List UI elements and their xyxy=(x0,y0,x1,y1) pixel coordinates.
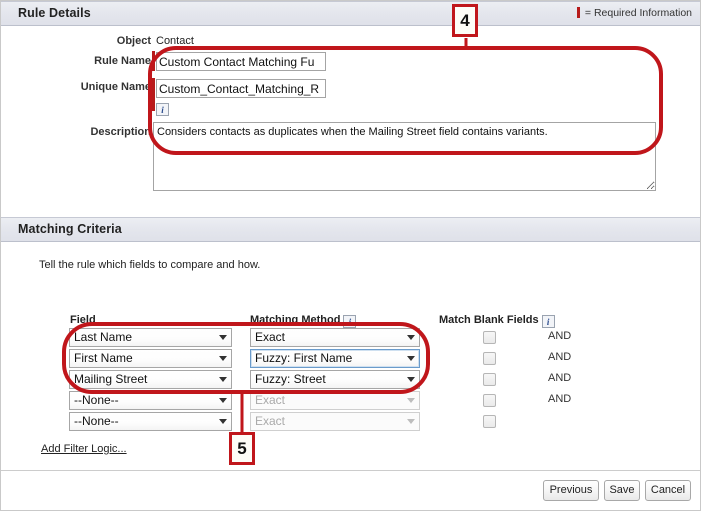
salesforce-matching-rule-page: Rule Details = Required Information Obje… xyxy=(0,0,701,511)
connector-label-row-4: AND xyxy=(548,393,572,405)
field-select-row-4[interactable]: --None-- xyxy=(69,391,232,410)
chevron-down-icon xyxy=(219,377,227,382)
description-label: Description xyxy=(90,126,151,138)
field-select-row-2-label: First Name xyxy=(74,351,133,365)
column-header-match-blank-fields-text: Match Blank Fields xyxy=(439,314,539,326)
unique-name-input[interactable] xyxy=(156,79,326,98)
column-header-matching-method-text: Matching Method xyxy=(250,314,341,326)
info-icon[interactable]: i xyxy=(156,103,169,116)
column-header-matching-method: Matching Method i xyxy=(250,314,357,328)
rule-name-input[interactable] xyxy=(156,52,326,71)
unique-name-label: Unique Name xyxy=(80,81,151,93)
chevron-down-icon xyxy=(407,356,415,361)
method-select-row-4-label: Exact xyxy=(255,393,286,407)
field-select-row-1-label: Last Name xyxy=(74,330,133,344)
annotation-overlay xyxy=(62,38,663,433)
method-select-row-5-label: Exact xyxy=(255,414,286,428)
field-select-row-5-label: --None-- xyxy=(74,414,119,428)
description-textarea[interactable]: Considers contacts as duplicates when th… xyxy=(153,122,656,191)
cancel-button[interactable]: Cancel xyxy=(645,480,691,501)
field-select-row-5[interactable]: --None-- xyxy=(69,412,232,431)
save-button[interactable]: Save xyxy=(604,480,640,501)
unique-name-required-marker-icon xyxy=(152,78,155,111)
info-icon[interactable]: i xyxy=(343,315,357,328)
column-header-field: Field xyxy=(70,314,96,326)
footer-divider xyxy=(1,470,700,471)
info-icon[interactable]: i xyxy=(541,315,555,328)
matching-criteria-hint: Tell the rule which fields to compare an… xyxy=(39,259,261,271)
match-blank-checkbox-row-4[interactable] xyxy=(483,394,496,407)
required-marker-icon xyxy=(576,7,580,18)
field-select-row-2[interactable]: First Name xyxy=(69,349,232,368)
chevron-down-icon xyxy=(219,356,227,361)
method-select-row-3-label: Fuzzy: Street xyxy=(255,372,326,386)
match-blank-checkbox-row-2[interactable] xyxy=(483,352,496,365)
chevron-down-icon xyxy=(219,335,227,340)
required-legend-text: = Required Information xyxy=(584,7,692,19)
chevron-down-icon xyxy=(407,398,415,403)
connector-label-row-2: AND xyxy=(548,351,572,363)
method-select-row-2[interactable]: Fuzzy: First Name xyxy=(250,349,420,368)
method-select-row-1[interactable]: Exact xyxy=(250,328,420,347)
chevron-down-icon xyxy=(219,419,227,424)
chevron-down-icon xyxy=(407,335,415,340)
add-filter-logic-link[interactable]: Add Filter Logic... xyxy=(41,443,127,455)
rule-details-title: Rule Details xyxy=(18,6,91,20)
method-select-row-3[interactable]: Fuzzy: Street xyxy=(250,370,420,389)
field-select-row-3[interactable]: Mailing Street xyxy=(69,370,232,389)
matching-criteria-title: Matching Criteria xyxy=(18,222,122,236)
method-select-row-1-label: Exact xyxy=(255,330,286,344)
field-select-row-3-label: Mailing Street xyxy=(74,372,148,386)
method-select-row-2-label: Fuzzy: First Name xyxy=(255,351,353,365)
chevron-down-icon xyxy=(407,419,415,424)
field-select-row-1[interactable]: Last Name xyxy=(69,328,232,347)
chevron-down-icon xyxy=(219,398,227,403)
callout-marker-5: 5 xyxy=(229,432,255,465)
object-label: Object xyxy=(116,35,151,47)
rule-name-required-marker-icon xyxy=(152,51,155,71)
rule-name-label: Rule Name xyxy=(94,55,151,67)
method-select-row-4: Exact xyxy=(250,391,420,410)
connector-label-row-1: AND xyxy=(548,330,572,342)
match-blank-checkbox-row-3[interactable] xyxy=(483,373,496,386)
match-blank-checkbox-row-1[interactable] xyxy=(483,331,496,344)
field-select-row-4-label: --None-- xyxy=(74,393,119,407)
method-select-row-5: Exact xyxy=(250,412,420,431)
previous-button[interactable]: Previous xyxy=(543,480,599,501)
chevron-down-icon xyxy=(407,377,415,382)
connector-label-row-3: AND xyxy=(548,372,572,384)
required-information-legend: = Required Information xyxy=(576,7,692,19)
object-value: Contact xyxy=(156,35,194,47)
match-blank-checkbox-row-5[interactable] xyxy=(483,415,496,428)
column-header-match-blank-fields: Match Blank Fields i xyxy=(439,314,555,328)
callout-marker-4: 4 xyxy=(452,4,478,37)
